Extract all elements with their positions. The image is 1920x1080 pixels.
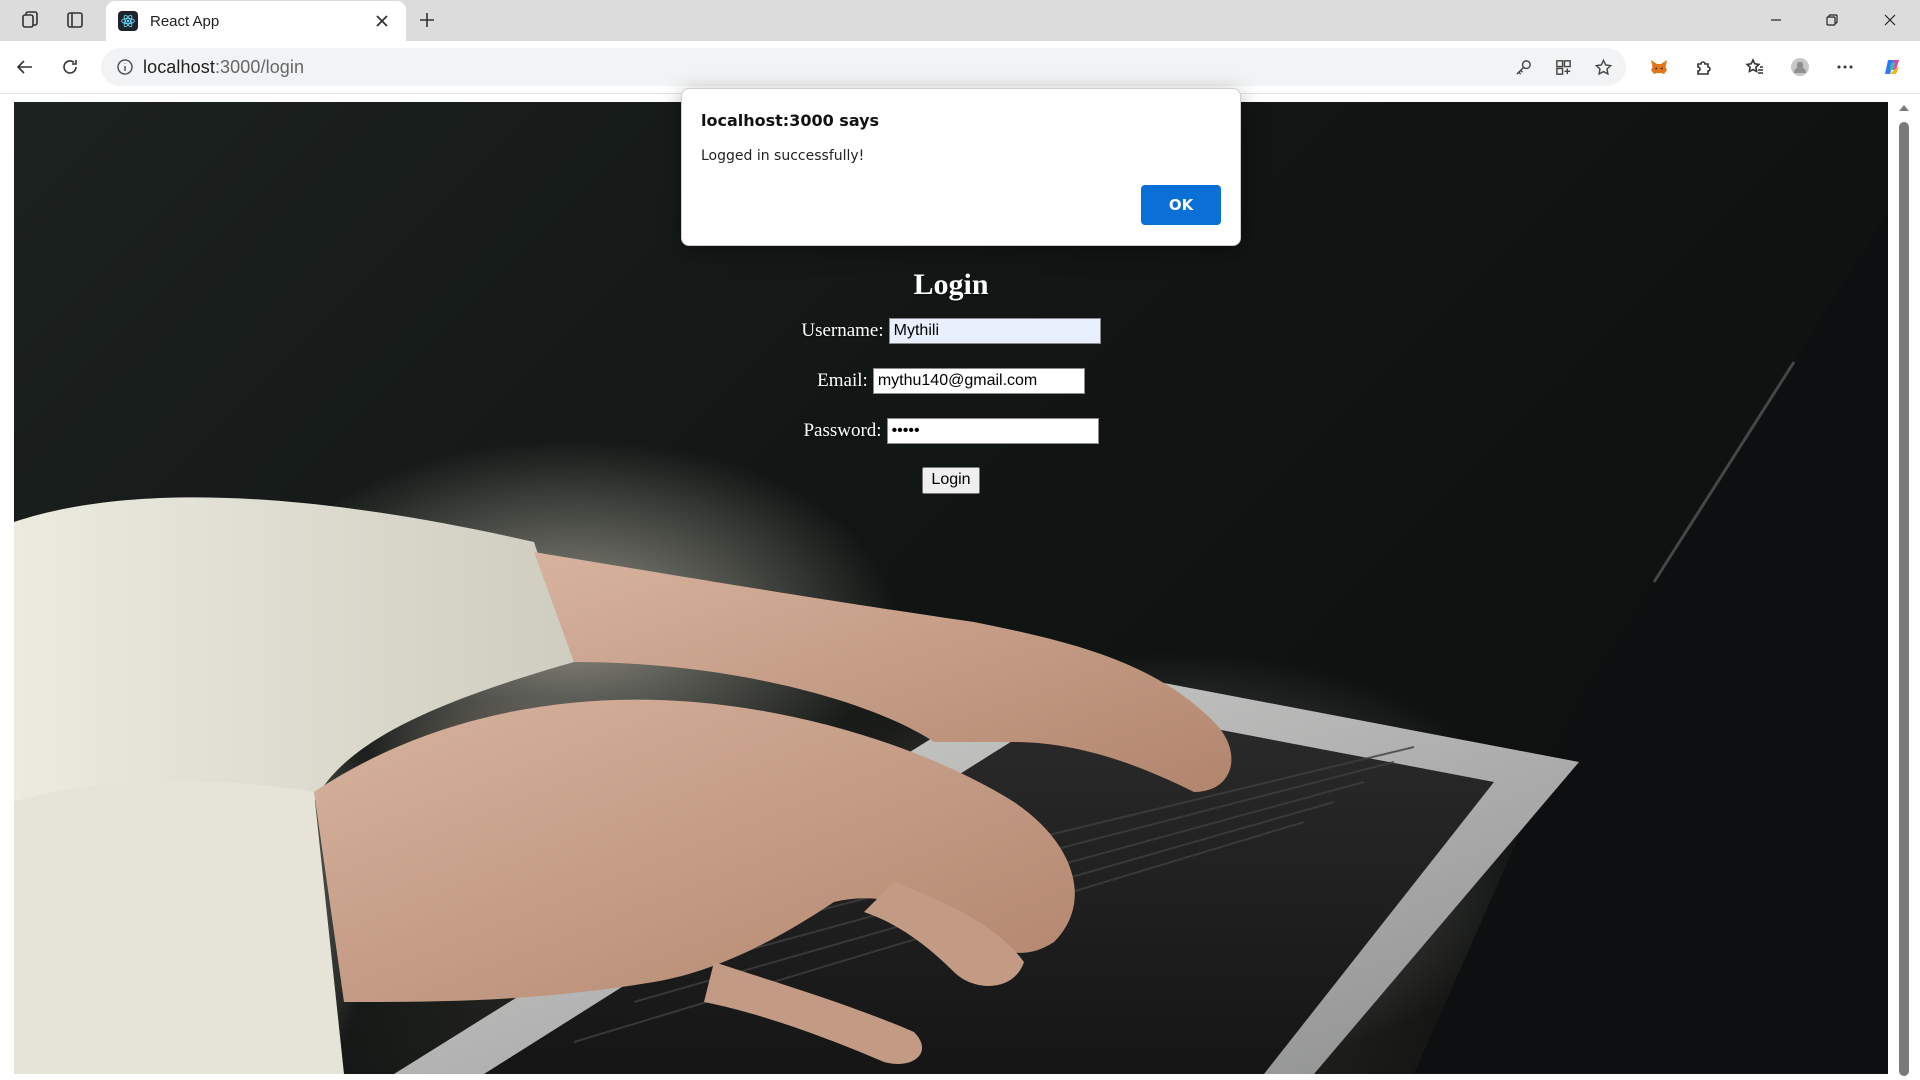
password-label: Password: [803,420,882,441]
page-scrollbar[interactable] [1888,94,1920,1080]
restore-icon[interactable] [1804,0,1860,40]
tab-title: React App [150,12,220,30]
new-tab-icon[interactable] [410,3,444,37]
address-bar[interactable]: localhost:3000/login [101,48,1626,86]
email-row: Email: [14,368,1888,394]
close-tab-icon[interactable] [370,9,394,33]
apps-icon[interactable] [1546,50,1580,84]
puzzle-icon[interactable] [1687,50,1721,84]
close-window-icon[interactable] [1862,0,1918,40]
scroll-down-icon[interactable] [1898,1054,1910,1066]
login-form: Login Username: Email: Password: Login [14,268,1888,518]
favorites-icon[interactable] [1738,50,1772,84]
navigation-toolbar: localhost:3000/login [0,41,1920,94]
email-label: Email: [817,370,868,391]
star-icon[interactable] [1586,50,1620,84]
login-heading: Login [913,268,989,301]
username-label: Username: [801,320,884,341]
scrollbar-thumb[interactable] [1899,122,1909,1076]
minimize-icon[interactable] [1748,0,1804,40]
password-input[interactable] [886,418,1099,444]
ok-button[interactable]: OK [1141,185,1221,225]
tab-actions-icon[interactable] [58,3,92,37]
url-host: localhost [143,56,215,77]
scroll-up-icon[interactable] [1898,102,1910,114]
password-row: Password: [14,418,1888,444]
react-logo-icon [118,11,138,31]
url-text[interactable]: localhost:3000/login [143,57,304,78]
email-input[interactable] [872,368,1085,394]
copilot-icon[interactable] [1875,50,1909,84]
tab-react-app[interactable]: React App [106,1,406,41]
alert-title: localhost:3000 says [701,111,880,130]
username-row: Username: [14,318,1888,344]
back-arrow-icon[interactable] [8,50,42,84]
login-button[interactable]: Login [922,466,980,494]
alert-dialog: localhost:3000 says Logged in successful… [681,88,1241,246]
username-input[interactable] [888,318,1101,344]
refresh-icon[interactable] [53,50,87,84]
laptop-typing-background-image [14,212,1888,1074]
profile-icon[interactable] [1783,50,1817,84]
tab-strip: React App [0,0,1920,41]
page-viewport: Login Username: Email: Password: Login [14,102,1888,1074]
alert-message: Logged in successfully! [701,148,865,164]
button-row: Login [14,466,1888,494]
more-icon[interactable] [1828,50,1862,84]
info-icon[interactable] [107,49,143,85]
workspaces-icon[interactable] [13,3,47,37]
key-icon[interactable] [1506,50,1540,84]
url-path: :3000/login [214,56,305,77]
fox-icon[interactable] [1642,50,1676,84]
